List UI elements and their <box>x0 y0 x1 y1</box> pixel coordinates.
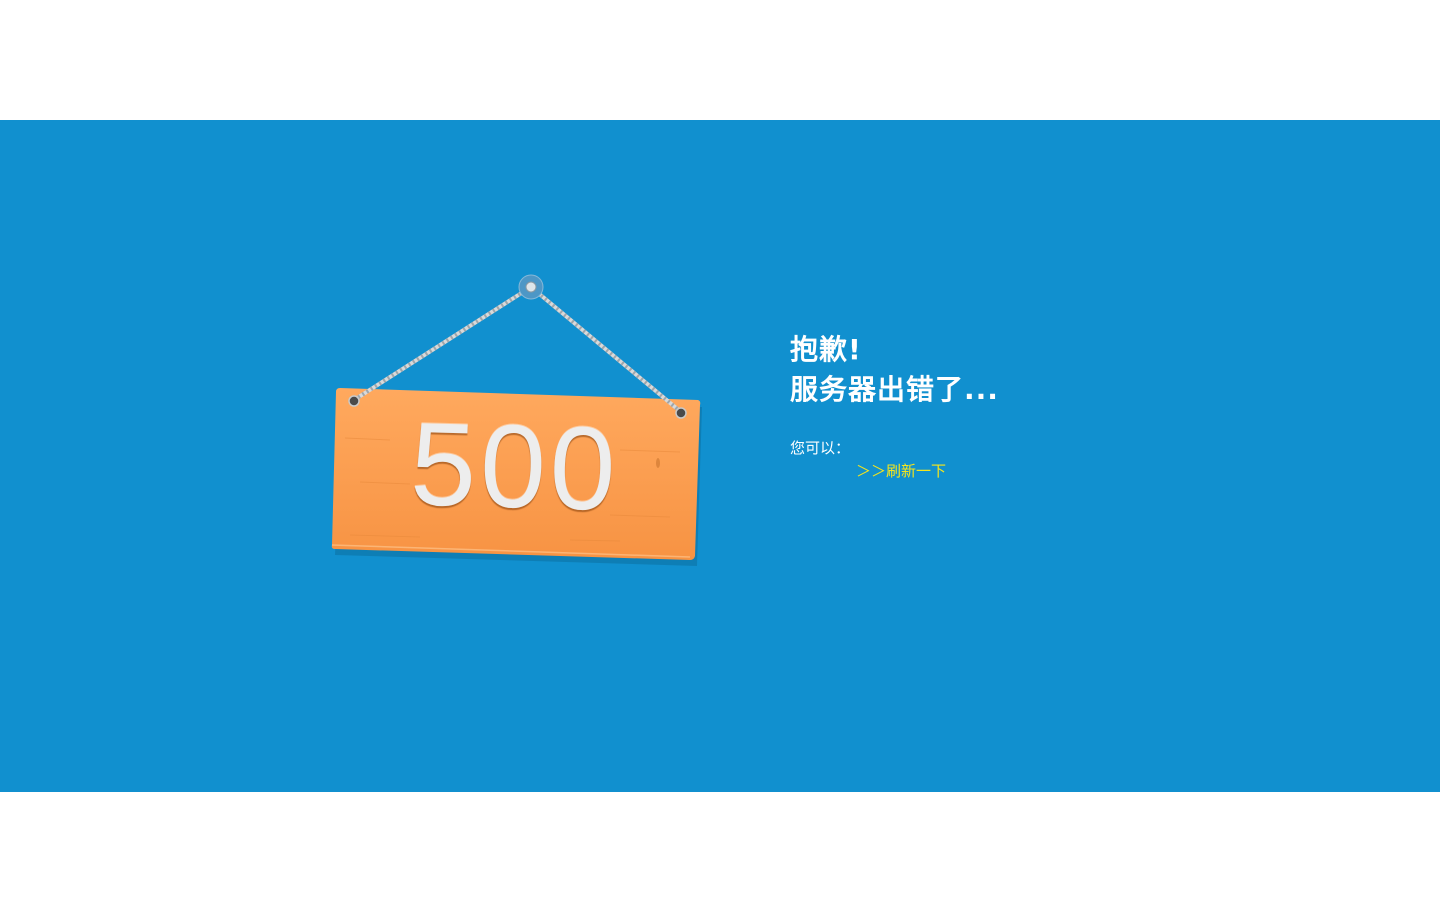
error-message: 抱歉! 服务器出错了... <box>790 330 999 410</box>
hanging-sign: 500 <box>320 270 720 580</box>
apology-heading: 抱歉! <box>790 333 862 366</box>
refresh-link[interactable]: ＞＞刷新一下 <box>856 460 946 482</box>
options-label: 您可以： <box>790 439 851 457</box>
error-banner <box>0 120 1440 792</box>
error-code: 500 <box>408 398 622 536</box>
server-error-heading: 服务器出错了... <box>790 373 999 406</box>
